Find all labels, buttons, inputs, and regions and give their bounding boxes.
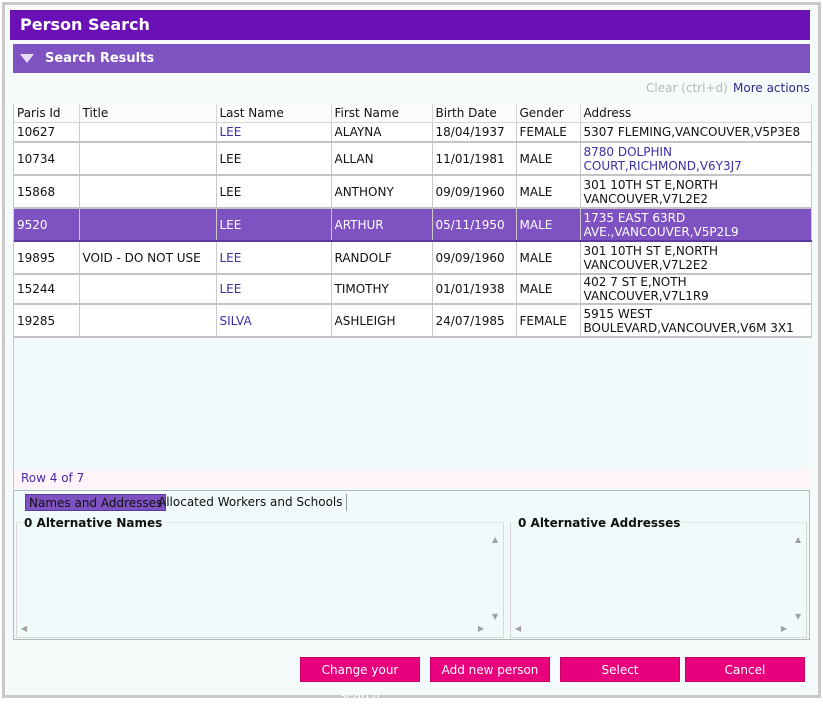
cell-title: VOID - DO NOT USE [79, 241, 217, 275]
cell-gender: MALE [516, 142, 581, 176]
table-row[interactable]: 15244 LEE TIMOTHY 01/01/1938 MALE 402 7 … [14, 274, 812, 305]
cell-title [79, 208, 217, 242]
scroll-right-icon[interactable]: ▶ [781, 624, 787, 633]
vertical-scrollbar[interactable]: ▲ ▼ [488, 535, 503, 621]
cancel-button[interactable]: Cancel [685, 657, 805, 682]
cell-id: 19895 [14, 241, 80, 275]
cell-last-name: LEE [216, 142, 332, 176]
alternative-addresses-title: 0 Alternative Addresses [518, 516, 683, 530]
cell-first-name: ANTHONY [331, 175, 433, 209]
cell-last-name-link[interactable]: LEE [216, 122, 332, 143]
add-new-person-button[interactable]: Add new person [430, 657, 550, 682]
cell-last-name-link[interactable]: SILVA [216, 304, 332, 338]
collapse-triangle-icon[interactable] [20, 54, 34, 63]
cell-last-name-link[interactable]: LEE [216, 208, 332, 242]
horizontal-scrollbar[interactable]: ◀ ▶ [511, 621, 791, 637]
cell-birth-date: 09/09/1960 [432, 241, 517, 275]
cell-first-name: ASHLEIGH [331, 304, 433, 338]
cell-id: 15868 [14, 175, 80, 209]
scroll-up-icon[interactable]: ▲ [795, 535, 801, 544]
cell-gender: MALE [516, 175, 581, 209]
results-table: Paris Id Title Last Name First Name Birt… [14, 104, 812, 338]
cell-first-name: ARTHUR [331, 208, 433, 242]
cell-birth-date: 09/09/1960 [432, 175, 517, 209]
cell-id: 9520 [14, 208, 80, 242]
cell-address: 5307 FLEMING,VANCOUVER,V5P3E8 [580, 122, 812, 143]
cell-id: 19285 [14, 304, 80, 338]
table-row[interactable]: 10734 LEE ALLAN 11/01/1981 MALE 8780 DOL… [14, 142, 812, 176]
alternative-addresses-box: ▲ ▼ ◀ ▶ [510, 522, 807, 638]
column-header[interactable]: First Name [331, 104, 433, 123]
cell-birth-date: 18/04/1937 [432, 122, 517, 143]
cell-address: 1735 EAST 63RD AVE.,VANCOUVER,V5P2L9 [580, 208, 812, 242]
change-search-button[interactable]: Change your search [300, 657, 420, 702]
table-header-row: Paris Id Title Last Name First Name Birt… [14, 104, 812, 123]
table-row[interactable]: 19895 VOID - DO NOT USE LEE RANDOLF 09/0… [14, 241, 812, 275]
search-results-header[interactable]: Search Results [13, 44, 810, 73]
cell-last-name-link[interactable]: LEE [216, 241, 332, 275]
cell-title [79, 274, 217, 305]
cell-title [79, 122, 217, 143]
horizontal-scrollbar[interactable]: ◀ ▶ [17, 621, 488, 637]
scroll-right-icon[interactable]: ▶ [478, 624, 484, 633]
cell-gender: MALE [516, 274, 581, 305]
alternative-addresses-panel: ▲ ▼ ◀ ▶ 0 Alternative Addresses [510, 516, 807, 638]
row-status: Row 4 of 7 [14, 469, 810, 488]
alternative-names-panel: ▲ ▼ ◀ ▶ 0 Alternative Names [16, 516, 504, 638]
table-row-selected[interactable]: 9520 LEE ARTHUR 05/11/1950 MALE 1735 EAS… [14, 208, 812, 242]
more-actions-link[interactable]: More actions [733, 81, 810, 95]
vertical-scrollbar[interactable]: ▲ ▼ [791, 535, 806, 621]
results-grid: Paris Id Title Last Name First Name Birt… [13, 104, 812, 489]
cell-address: 301 10TH ST E,NORTH VANCOUVER,V7L2E2 [580, 241, 812, 275]
alternative-names-box: ▲ ▼ ◀ ▶ [16, 522, 504, 638]
table-row[interactable]: 10627 LEE ALAYNA 18/04/1937 FEMALE 5307 … [14, 122, 812, 143]
cell-last-name: LEE [216, 175, 332, 209]
tab-names-addresses[interactable]: Names and Addresses [25, 494, 167, 511]
cell-id: 10627 [14, 122, 80, 143]
window-title: Person Search [10, 10, 810, 40]
table-row[interactable]: 15868 LEE ANTHONY 09/09/1960 MALE 301 10… [14, 175, 812, 209]
cell-birth-date: 11/01/1981 [432, 142, 517, 176]
cell-address: 5915 WEST BOULEVARD,VANCOUVER,V6M 3X1 [580, 304, 812, 338]
column-header[interactable]: Last Name [216, 104, 332, 123]
cell-gender: MALE [516, 208, 581, 242]
column-header[interactable]: Gender [516, 104, 581, 123]
cell-first-name: TIMOTHY [331, 274, 433, 305]
column-header[interactable]: Birth Date [432, 104, 517, 123]
cell-gender: MALE [516, 241, 581, 275]
section-title: Search Results [45, 51, 155, 66]
cell-birth-date: 05/11/1950 [432, 208, 517, 242]
scroll-left-icon[interactable]: ◀ [515, 624, 521, 633]
cell-first-name: ALAYNA [331, 122, 433, 143]
cell-first-name: ALLAN [331, 142, 433, 176]
column-header[interactable]: Paris Id [14, 104, 80, 123]
cell-gender: FEMALE [516, 304, 581, 338]
scroll-down-icon[interactable]: ▼ [795, 612, 801, 621]
cell-title [79, 175, 217, 209]
scroll-left-icon[interactable]: ◀ [21, 624, 27, 633]
cell-first-name: RANDOLF [331, 241, 433, 275]
cell-address: 402 7 ST E,NOTH VANCOUVER,V7L1R9 [580, 274, 812, 305]
clear-action[interactable]: Clear (ctrl+d) [646, 81, 728, 95]
details-tabs: Names and Addresses Allocated Workers an… [13, 490, 810, 640]
cell-id: 10734 [14, 142, 80, 176]
cell-gender: FEMALE [516, 122, 581, 143]
scroll-down-icon[interactable]: ▼ [492, 612, 498, 621]
column-header[interactable]: Title [79, 104, 217, 123]
cell-birth-date: 24/07/1985 [432, 304, 517, 338]
select-button[interactable]: Select [560, 657, 680, 682]
cell-birth-date: 01/01/1938 [432, 274, 517, 305]
cell-address: 301 10TH ST E,NORTH VANCOUVER,V7L2E2 [580, 175, 812, 209]
tab-allocated-workers-schools[interactable]: Allocated Workers and Schools [155, 494, 347, 511]
cell-title [79, 142, 217, 176]
cell-last-name-link[interactable]: LEE [216, 274, 332, 305]
cell-address-link[interactable]: 8780 DOLPHIN COURT,RICHMOND,V6Y3J7 [580, 142, 812, 176]
scroll-up-icon[interactable]: ▲ [492, 535, 498, 544]
column-header[interactable]: Address [580, 104, 812, 123]
cell-id: 15244 [14, 274, 80, 305]
alternative-names-title: 0 Alternative Names [24, 516, 165, 530]
table-row[interactable]: 19285 SILVA ASHLEIGH 24/07/1985 FEMALE 5… [14, 304, 812, 338]
cell-title [79, 304, 217, 338]
